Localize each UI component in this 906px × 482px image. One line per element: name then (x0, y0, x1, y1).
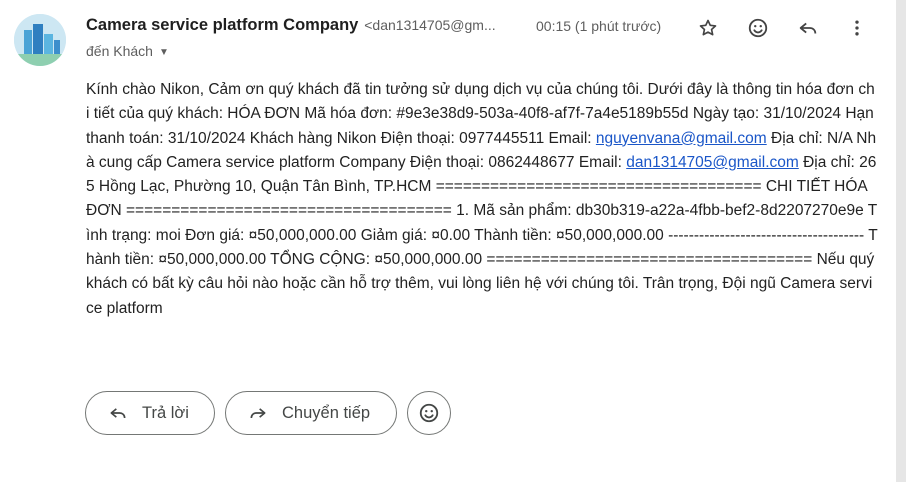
sender-email: <dan1314705@gm... (364, 17, 496, 33)
forward-action-button[interactable]: Chuyển tiếp (225, 391, 397, 435)
timestamp: 00:15 (1 phút trước) (536, 18, 662, 34)
email-body: Kính chào Nikon, Cảm ơn quý khách đã tin… (86, 78, 878, 321)
recipient-label: đến Khách (86, 43, 153, 59)
star-icon (699, 19, 717, 36)
vendor-email-link[interactable]: dan1314705@gmail.com (626, 154, 799, 171)
star-button[interactable] (690, 10, 726, 46)
reply-action-button[interactable]: Trả lời (85, 391, 215, 435)
forward-arrow-icon (246, 401, 270, 425)
reply-arrow-icon (106, 401, 130, 425)
scrollbar[interactable] (896, 0, 906, 482)
body-text-part3: Địa chỉ: 265 Hồng Lạc, Phường 10, Quận T… (86, 153, 878, 317)
sender-line: Camera service platform Company <dan1314… (86, 16, 496, 35)
emoji-reaction-button[interactable] (407, 391, 451, 435)
emoji-icon (419, 403, 439, 423)
forward-action-label: Chuyển tiếp (282, 403, 371, 422)
customer-email-link[interactable]: nguyenvana@gmail.com (596, 130, 767, 147)
emoji-icon (748, 18, 768, 38)
reply-icon (799, 22, 817, 34)
react-emoji-button[interactable] (740, 10, 776, 46)
reply-button[interactable] (790, 10, 826, 46)
more-vert-icon (855, 20, 859, 36)
sender-name: Camera service platform Company (86, 16, 359, 34)
recipient-toggle[interactable]: đến Khách ▼ (86, 43, 169, 59)
reply-action-label: Trả lời (142, 403, 189, 422)
sender-avatar (14, 14, 66, 66)
caret-down-icon: ▼ (158, 47, 169, 58)
more-options-button[interactable] (839, 10, 875, 46)
